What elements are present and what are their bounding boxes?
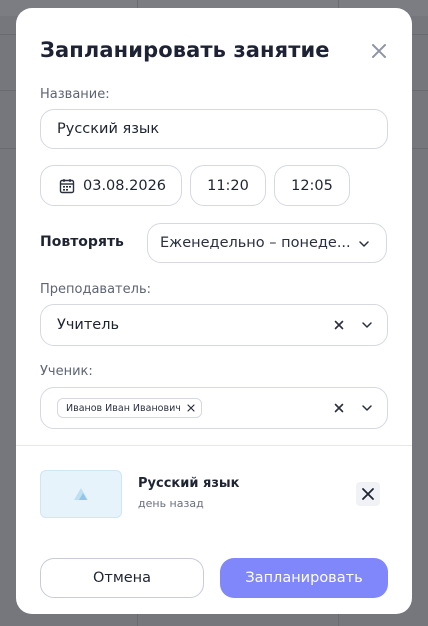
schedule-lesson-dialog: Запланировать занятие Название: Русский … [16, 8, 412, 614]
calendar-icon [59, 178, 75, 193]
end-time-input[interactable]: 12:05 [274, 165, 350, 206]
student-chip-label: Иванов Иван Иванович [66, 402, 181, 414]
attachment-name: Русский язык [138, 476, 240, 491]
student-chip[interactable]: Иванов Иван Иванович [57, 398, 202, 418]
repeat-select[interactable]: Еженедельно – понеде... [147, 223, 387, 263]
date-picker[interactable]: 03.08.2026 [40, 165, 182, 206]
chevron-down-icon[interactable] [361, 402, 373, 414]
schedule-button[interactable]: Запланировать [220, 558, 388, 598]
image-icon [74, 488, 88, 500]
repeat-select-value: Еженедельно – понеде... [160, 235, 351, 251]
clear-icon[interactable] [333, 319, 345, 331]
attachment-thumbnail[interactable] [40, 470, 122, 518]
cancel-button[interactable]: Отмена [40, 558, 204, 598]
start-time-input[interactable]: 11:20 [190, 165, 266, 206]
student-label: Ученик: [40, 364, 93, 379]
remove-chip-icon[interactable] [187, 404, 195, 412]
start-time-value: 11:20 [207, 177, 249, 194]
close-icon [362, 488, 374, 500]
divider [16, 445, 412, 446]
name-input-value: Русский язык [57, 121, 160, 137]
remove-attachment-button[interactable] [356, 482, 380, 506]
end-time-value: 12:05 [291, 177, 333, 194]
name-input[interactable]: Русский язык [40, 109, 388, 149]
date-value: 03.08.2026 [83, 177, 167, 194]
attachment-time: день назад [138, 497, 204, 510]
chevron-down-icon [359, 241, 369, 247]
close-icon[interactable] [370, 42, 388, 60]
student-select[interactable]: Иванов Иван Иванович [40, 387, 388, 429]
teacher-label: Преподаватель: [40, 282, 151, 297]
clear-icon[interactable] [333, 402, 345, 414]
chevron-down-icon[interactable] [361, 319, 373, 331]
teacher-select[interactable]: Учитель [40, 304, 388, 346]
name-label: Название: [40, 87, 110, 102]
dialog-title: Запланировать занятие [40, 38, 330, 62]
teacher-select-value: Учитель [57, 317, 120, 333]
repeat-label: Повторять [40, 234, 124, 250]
